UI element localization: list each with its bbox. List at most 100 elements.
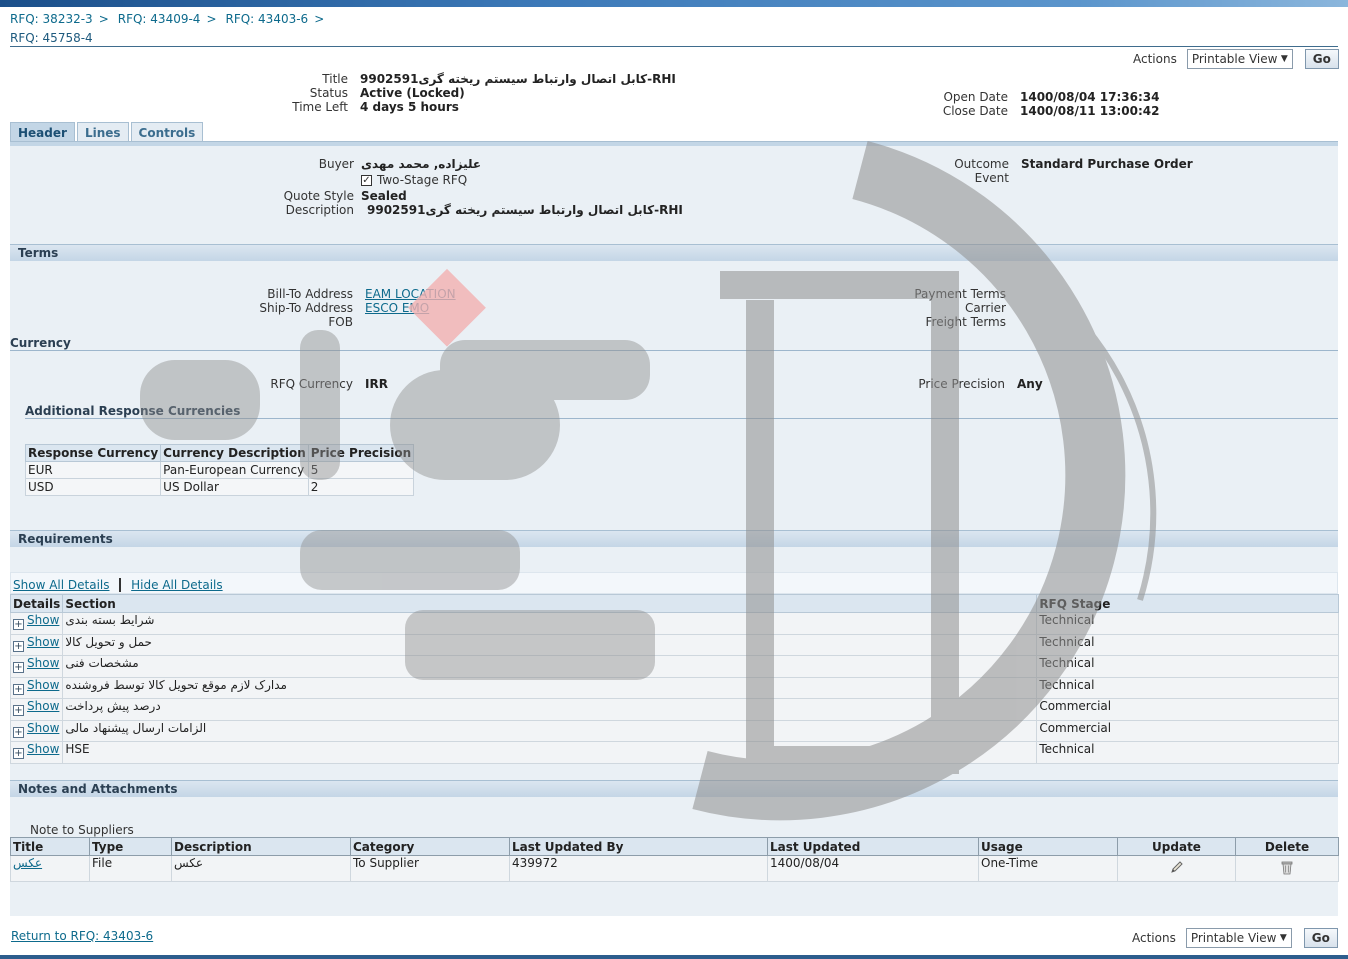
ship-to-label: Ship-To Address	[259, 301, 353, 315]
summary-block: Title Status Time Left کابل اتصال وارتبا…	[260, 72, 676, 114]
rfq-stage: Technical	[1036, 741, 1339, 764]
plus-box-icon[interactable]: +	[13, 748, 24, 759]
time-left-label: Time Left	[292, 100, 348, 114]
show-details-link[interactable]: Show	[27, 613, 59, 627]
link-separator	[119, 578, 122, 592]
show-all-details-link[interactable]: Show All Details	[13, 578, 110, 592]
plus-box-icon[interactable]: +	[13, 726, 24, 738]
plus-box-icon[interactable]: +	[13, 640, 24, 652]
title-value: کابل اتصال وارتباط سیستم ریخته گری990259…	[360, 72, 676, 86]
show-details-link[interactable]: Show	[27, 742, 59, 756]
currency-description: US Dollar	[160, 478, 309, 496]
rfq-currency-value: IRR	[365, 377, 388, 391]
status-value: Active (Locked)	[360, 86, 465, 100]
column-header: Currency Description	[160, 444, 309, 462]
bill-to-label: Bill-To Address	[267, 287, 353, 301]
actions-select[interactable]: Printable View ▼	[1186, 49, 1293, 69]
actions-select[interactable]: Printable View ▼	[1185, 928, 1292, 948]
column-header: Description	[171, 837, 351, 856]
go-button[interactable]: Go	[1303, 928, 1338, 948]
currency-table: Response Currency Currency Description P…	[24, 444, 415, 496]
time-left-value: 4 days 5 hours	[360, 100, 459, 114]
plus-box-icon[interactable]: +	[13, 705, 24, 716]
currency-precision: 2	[307, 478, 415, 496]
details-cell: + Show	[9, 655, 64, 678]
tab-controls[interactable]: Controls	[130, 122, 204, 142]
return-link[interactable]: Return to RFQ: 43403-6	[11, 929, 153, 943]
details-cell: + Show	[9, 719, 64, 742]
price-precision-field: Price Precision Any	[880, 377, 1043, 391]
table-row: + Show الزامات ارسال پیشنهاد مالی Commercia…	[9, 719, 1339, 742]
breadcrumb-separator: >	[206, 12, 217, 26]
freight-terms-label: Freight Terms	[925, 315, 1007, 329]
price-precision-value: Any	[1017, 377, 1043, 391]
ship-to-link[interactable]: ESCO EMO	[365, 301, 429, 315]
attachment-title-link[interactable]: عکس	[13, 856, 42, 870]
table-row: + Show مدارک لازم موقع تحویل کالا توسط فرو…	[9, 676, 1339, 699]
breadcrumb-separator: >	[314, 12, 325, 26]
pencil-icon[interactable]	[1169, 859, 1185, 875]
description-value: کابل اتصال وارتباط سیستم ریخته گری990259…	[367, 203, 683, 217]
hide-all-details-link[interactable]: Hide All Details	[131, 578, 222, 592]
outcome-label: Outcome	[954, 157, 1009, 171]
column-header: Title	[10, 837, 90, 856]
two-stage-label: Two-Stage RFQ	[377, 173, 468, 187]
currency-code: USD	[24, 478, 162, 496]
section-name: حمل و تحویل کالا	[62, 633, 1038, 656]
go-button[interactable]: Go	[1304, 49, 1339, 69]
notes-heading: Notes and Attachments	[10, 780, 1338, 797]
column-header: Last Updated By	[509, 837, 768, 856]
table-row: USD US Dollar 2	[24, 478, 415, 496]
bill-to-link[interactable]: EAM LOCATION	[365, 287, 456, 301]
show-details-link[interactable]: Show	[27, 635, 59, 649]
tab-header[interactable]: Header	[10, 122, 75, 142]
attachment-description: عکس	[171, 855, 351, 882]
quote-style-label: Quote Style	[283, 189, 354, 203]
breadcrumb-link-2[interactable]: RFQ: 43409-4	[118, 12, 201, 26]
show-details-link[interactable]: Show	[27, 656, 59, 670]
terms-fields-right: Payment Terms Carrier Freight Terms	[880, 287, 1006, 329]
show-details-link[interactable]: Show	[27, 721, 59, 735]
carrier-label: Carrier	[964, 301, 1006, 315]
column-header: Response Currency	[24, 444, 162, 462]
column-header: Details	[9, 594, 64, 613]
column-header: Last Updated	[767, 837, 979, 856]
tab-bar: Header Lines Controls	[10, 122, 205, 142]
show-details-link[interactable]: Show	[27, 699, 59, 713]
rfq-currency-label: RFQ Currency	[270, 377, 353, 391]
buyer-label: Buyer	[318, 157, 354, 171]
plus-box-icon[interactable]: +	[13, 662, 24, 673]
rfq-stage: Technical	[1036, 655, 1339, 678]
rfq-stage: Commercial	[1036, 698, 1339, 721]
currency-code: EUR	[24, 461, 162, 479]
actions-bar-top: Actions Printable View ▼ Go	[1133, 49, 1339, 69]
column-header: Type	[89, 837, 172, 856]
top-banner	[0, 0, 1348, 7]
breadcrumb-link-1[interactable]: RFQ: 38232-3	[10, 12, 93, 26]
title-label: Title	[322, 72, 348, 86]
currency-divider	[10, 350, 1338, 351]
trash-icon[interactable]	[1279, 859, 1295, 875]
table-row: عکس File عکس To Supplier 439972 1400/08/…	[10, 855, 1339, 882]
breadcrumb-separator: >	[98, 12, 109, 26]
section-name: HSE	[62, 741, 1038, 764]
page-title: RFQ: 45758-4	[10, 31, 93, 45]
currency-precision: 5	[307, 461, 415, 479]
breadcrumb-link-3[interactable]: RFQ: 43403-6	[226, 12, 309, 26]
checkbox-icon[interactable]: ✓	[361, 174, 372, 186]
plus-box-icon[interactable]: +	[13, 619, 24, 630]
rfq-stage: Commercial	[1036, 719, 1339, 742]
details-cell: + Show	[9, 741, 64, 764]
actions-select-value: Printable View	[1190, 931, 1277, 945]
delete-cell	[1235, 855, 1339, 882]
requirements-table: Details Section RFQ Stage + Show شرایط بست…	[9, 594, 1339, 764]
terms-heading: Terms	[10, 244, 1338, 261]
show-details-link[interactable]: Show	[27, 678, 59, 692]
plus-box-icon[interactable]: +	[13, 683, 24, 695]
tab-lines[interactable]: Lines	[76, 122, 129, 142]
actions-select-value: Printable View	[1191, 52, 1278, 66]
table-row: + Show حمل و تحویل کالا Technical	[9, 633, 1339, 656]
close-date-label: Close Date	[942, 104, 1008, 118]
open-date-value: 1400/08/04 17:36:34	[1020, 90, 1160, 104]
attachments-table: Title Type Description Category Last Upd…	[10, 837, 1339, 882]
